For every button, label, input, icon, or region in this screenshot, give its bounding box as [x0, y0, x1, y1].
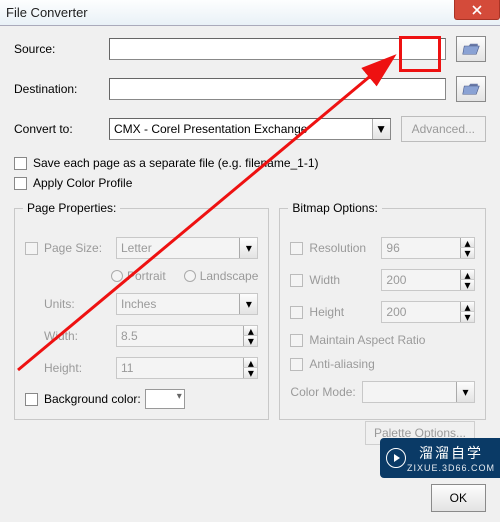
spin-down-icon: ▾	[460, 312, 474, 322]
checkbox-icon	[290, 274, 303, 287]
advanced-button: Advanced...	[401, 116, 486, 142]
height-value	[116, 357, 258, 379]
checkbox-icon	[290, 306, 303, 319]
annotation-highlight-box	[399, 36, 441, 72]
bitmap-options-group: Bitmap Options: Resolution ▴▾ Width ▴▾	[279, 208, 486, 420]
height-label: Height:	[44, 361, 116, 375]
landscape-label: Landscape	[200, 269, 259, 283]
source-browse-button[interactable]	[456, 36, 486, 62]
convert-to-value[interactable]	[109, 118, 391, 140]
units-label: Units:	[44, 297, 116, 311]
chevron-down-icon: ▾	[239, 294, 257, 314]
portrait-label: Portrait	[127, 269, 166, 283]
chevron-down-icon: ▾	[456, 382, 474, 402]
page-size-combo: ▾	[116, 237, 258, 259]
watermark-line2: ZIXUE.3D66.COM	[407, 463, 495, 473]
watermark-badge: 溜溜自学 ZIXUE.3D66.COM	[380, 438, 500, 478]
units-value	[116, 293, 258, 315]
radio-icon	[184, 270, 196, 282]
color-mode-combo: ▾	[362, 381, 475, 403]
checkbox-icon	[290, 334, 303, 347]
width-label: Width:	[44, 329, 116, 343]
page-size-label: Page Size:	[44, 241, 116, 255]
destination-label: Destination:	[14, 82, 109, 96]
width-spinner: ▴▾	[116, 325, 258, 347]
checkbox-icon	[290, 242, 303, 255]
apply-color-profile-checkbox-row[interactable]: Apply Color Profile	[14, 176, 486, 190]
play-icon	[386, 448, 406, 468]
bgcolor-label: Background color:	[44, 392, 141, 406]
bitmap-width-spinner: ▴▾	[381, 269, 475, 291]
spin-down-icon: ▾	[460, 280, 474, 290]
bitmap-width-label: Width	[309, 273, 381, 287]
close-button[interactable]	[454, 0, 500, 20]
destination-input[interactable]	[109, 78, 446, 100]
spin-down-icon: ▾	[460, 248, 474, 258]
width-value	[116, 325, 258, 347]
color-mode-label: Color Mode:	[290, 385, 362, 399]
source-label: Source:	[14, 42, 109, 56]
folder-open-icon	[462, 42, 480, 56]
bitmap-options-legend: Bitmap Options:	[288, 201, 381, 215]
resolution-label: Resolution	[309, 241, 381, 255]
height-spinner: ▴▾	[116, 357, 258, 379]
bitmap-height-spinner: ▴▾	[381, 301, 475, 323]
checkbox-icon	[290, 358, 303, 371]
checkbox-icon[interactable]	[14, 157, 27, 170]
close-icon	[472, 5, 482, 15]
resolution-spinner: ▴▾	[381, 237, 475, 259]
checkbox-icon[interactable]	[14, 177, 27, 190]
radio-icon	[111, 270, 123, 282]
spin-down-icon: ▾	[243, 336, 257, 346]
page-size-value	[116, 237, 258, 259]
chevron-down-icon: ▾	[239, 238, 257, 258]
apply-color-profile-label: Apply Color Profile	[33, 176, 132, 190]
save-each-page-label: Save each page as a separate file (e.g. …	[33, 156, 319, 170]
source-input[interactable]	[109, 38, 446, 60]
folder-open-icon	[462, 82, 480, 96]
units-combo: ▾	[116, 293, 258, 315]
convert-to-label: Convert to:	[14, 122, 109, 136]
chevron-down-icon[interactable]: ▼	[372, 119, 390, 139]
ok-button[interactable]: OK	[431, 484, 486, 512]
save-each-page-checkbox-row[interactable]: Save each page as a separate file (e.g. …	[14, 156, 486, 170]
checkbox-icon[interactable]	[25, 393, 38, 406]
page-properties-legend: Page Properties:	[23, 201, 120, 215]
spin-down-icon: ▾	[243, 368, 257, 378]
titlebar: File Converter	[0, 0, 500, 26]
watermark-line1: 溜溜自学	[407, 443, 495, 463]
bgcolor-picker[interactable]	[145, 389, 185, 409]
anti-aliasing-label: Anti-aliasing	[309, 357, 374, 371]
destination-browse-button[interactable]	[456, 76, 486, 102]
page-properties-group: Page Properties: Page Size: ▾ Portrait L…	[14, 208, 269, 420]
window-title: File Converter	[6, 5, 88, 20]
aspect-ratio-label: Maintain Aspect Ratio	[309, 333, 425, 347]
checkbox-icon	[25, 242, 38, 255]
bitmap-height-label: Height	[309, 305, 381, 319]
convert-to-combo[interactable]: ▼	[109, 118, 391, 140]
